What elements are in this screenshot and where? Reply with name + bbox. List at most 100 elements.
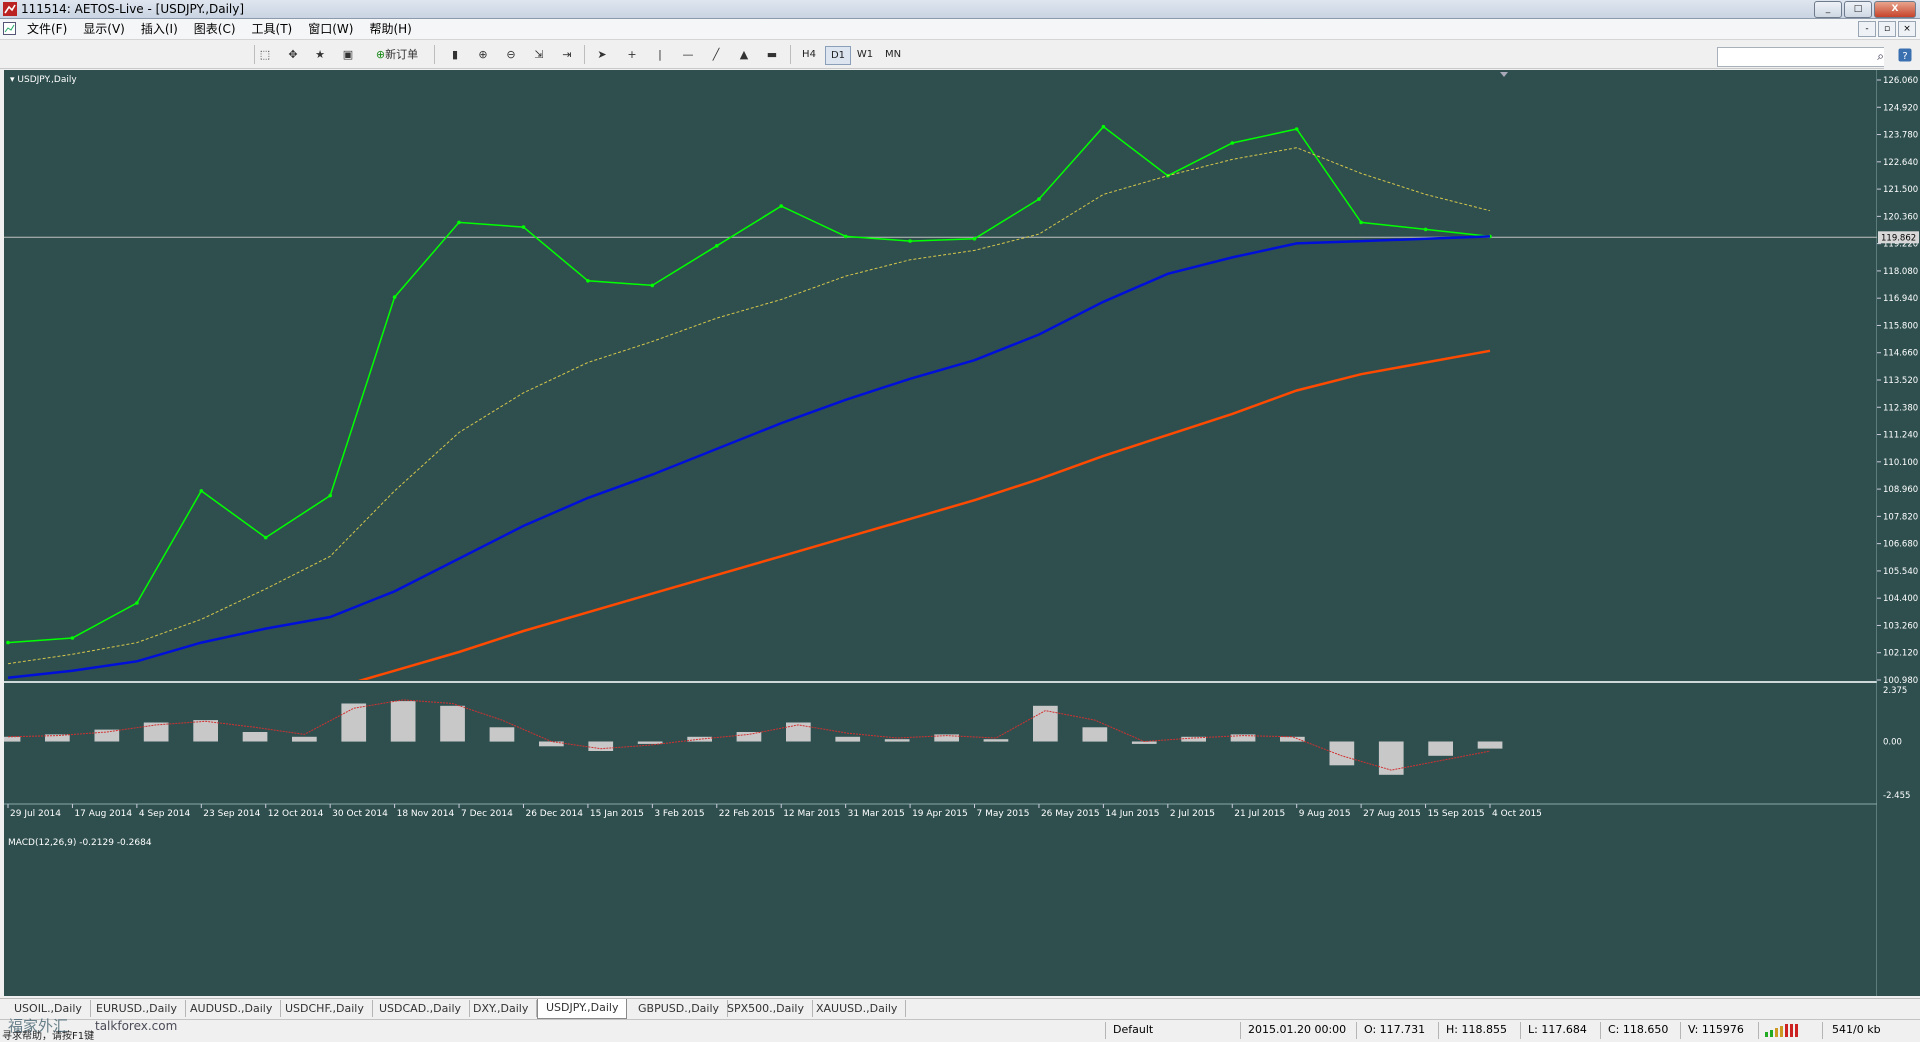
chart-shift-icon[interactable]: ⇥	[558, 46, 576, 63]
status-separator	[1600, 1022, 1601, 1039]
date-tick-label: 9 Aug 2015	[1299, 809, 1351, 819]
timeframe-mn[interactable]: MN	[881, 46, 905, 63]
zoom-out-icon[interactable]: ⊖	[502, 46, 520, 63]
tab-usdchf[interactable]: USDCHF.,Daily	[277, 1000, 373, 1017]
tab-dxy[interactable]: DXY.,Daily	[465, 1000, 537, 1017]
tab-usdjpy[interactable]: USDJPY.,Daily	[537, 999, 627, 1019]
macd-title: MACD(12,26,9) -0.2129 -0.2684	[8, 838, 152, 848]
child-minimize-button[interactable]: -	[1858, 21, 1876, 37]
tab-audusd[interactable]: AUDUSD.,Daily	[182, 1000, 281, 1017]
tab-gbpusd[interactable]: GBPUSD.,Daily	[630, 1000, 728, 1017]
price-tick-label: 104.400	[1883, 594, 1918, 604]
price-tick-label: 112.380	[1883, 403, 1918, 413]
macd-histogram-bar	[1330, 742, 1355, 766]
navigator-icon[interactable]: ★	[311, 46, 329, 63]
menu-tools[interactable]: 工具(T)	[247, 19, 304, 39]
macd-histogram-bar	[95, 730, 120, 742]
date-tick-label: 7 May 2015	[977, 809, 1030, 819]
vertical-line-icon[interactable]: |	[651, 46, 669, 63]
new-order-button[interactable]: ⊕新订单	[369, 46, 425, 63]
new-order-icon: ⊕	[376, 48, 385, 61]
rectangle-icon[interactable]: ▬	[763, 46, 781, 63]
price-line-point	[200, 489, 204, 493]
menu-charts[interactable]: 图表(C)	[189, 19, 247, 39]
tab-eurusd[interactable]: EURUSD.,Daily	[88, 1000, 186, 1017]
date-tick-label: 19 Apr 2015	[912, 809, 968, 819]
maximize-button[interactable]: □	[1844, 1, 1872, 18]
date-tick-label: 23 Sep 2014	[203, 809, 260, 819]
minimize-button[interactable]: _	[1814, 1, 1842, 18]
price-chart[interactable]: 29 Jul 201417 Aug 20144 Sep 201423 Sep 2…	[4, 70, 1882, 996]
date-tick-label: 4 Oct 2015	[1492, 809, 1542, 819]
date-tick-label: 4 Sep 2014	[139, 809, 191, 819]
status-separator	[1105, 1022, 1106, 1039]
svg-text:?: ?	[1902, 51, 1907, 62]
help-icon[interactable]: ?	[1898, 48, 1912, 62]
toolbar: ⬚ ✥ ★ ▣ ⊕新订单 ▮ ⊕ ⊖ ⇲ ⇥ ➤ + | — ╱ ▲ ▬ H4 …	[0, 40, 1920, 69]
date-tick-label: 26 May 2015	[1041, 809, 1100, 819]
triangle-icon[interactable]: ▲	[735, 46, 753, 63]
macd-histogram-bar	[885, 739, 910, 741]
price-tick-label: 111.240	[1883, 431, 1918, 441]
price-tick-label: 115.800	[1883, 321, 1918, 331]
date-tick-label: 27 Aug 2015	[1363, 809, 1421, 819]
menu-view[interactable]: 显示(V)	[78, 19, 136, 39]
date-tick-label: 22 Feb 2015	[719, 809, 775, 819]
terminal-icon[interactable]: ▣	[339, 46, 357, 63]
status-volume: V: 115976	[1688, 1023, 1744, 1037]
market-watch-icon[interactable]: ⬚	[256, 46, 274, 63]
menu-file[interactable]: 文件(F)	[22, 19, 78, 39]
macd-histogram-bar	[835, 737, 860, 742]
price-tick-label: 126.060	[1883, 76, 1918, 86]
crosshair-move-icon[interactable]: ✥	[284, 46, 302, 63]
price-line-point	[973, 237, 977, 241]
price-line-point	[522, 225, 526, 229]
price-line-point	[1295, 127, 1299, 131]
cursor-icon[interactable]: ➤	[593, 46, 611, 63]
toolbar-separator	[434, 45, 435, 64]
zoom-in-icon[interactable]: ⊕	[474, 46, 492, 63]
tab-spx500[interactable]: SPX500.,Daily	[719, 1000, 813, 1017]
macd-histogram-bar	[243, 732, 268, 742]
price-tick-label: 118.080	[1883, 267, 1918, 277]
status-traffic: 541/0 kb	[1832, 1023, 1881, 1037]
watermark-site: talkforex.com	[95, 1019, 177, 1033]
tab-usdcad[interactable]: USDCAD.,Daily	[371, 1000, 470, 1017]
menu-insert[interactable]: 插入(I)	[136, 19, 189, 39]
tab-xauusd[interactable]: XAUUSD.,Daily	[808, 1000, 906, 1017]
trendline-icon[interactable]: ╱	[707, 46, 725, 63]
timeframe-h4[interactable]: H4	[797, 46, 821, 63]
close-button[interactable]: X	[1874, 1, 1916, 18]
date-tick-label: 26 Dec 2014	[525, 809, 583, 819]
menu-help[interactable]: 帮助(H)	[364, 19, 422, 39]
price-line-point	[779, 204, 783, 208]
price-tick-label: 114.660	[1883, 349, 1918, 359]
status-open: O: 117.731	[1364, 1023, 1425, 1037]
chart-title-text: USDJPY.,Daily	[17, 75, 76, 85]
status-separator	[1680, 1022, 1681, 1039]
bar-chart-icon[interactable]: ▮	[446, 46, 464, 63]
price-line-point	[651, 284, 655, 288]
price-tick-label: 100.980	[1883, 676, 1918, 686]
child-close-button[interactable]: ×	[1898, 21, 1916, 37]
macd-histogram-bar	[490, 727, 515, 741]
status-low: L: 117.684	[1528, 1023, 1587, 1037]
crosshair-icon[interactable]: +	[623, 46, 641, 63]
new-order-label: 新订单	[385, 48, 418, 61]
macd-tick-label: -2.455	[1883, 791, 1910, 801]
horizontal-line-icon[interactable]: —	[679, 46, 697, 63]
child-restore-button[interactable]: ▫	[1878, 21, 1896, 37]
date-tick-label: 15 Sep 2015	[1428, 809, 1485, 819]
price-axis: 126.060124.920123.780122.640121.500120.3…	[1877, 70, 1920, 996]
app-icon	[3, 2, 17, 16]
timeframe-d1[interactable]: D1	[825, 46, 851, 65]
search-icon[interactable]: ⌕	[1877, 49, 1884, 64]
auto-scroll-icon[interactable]: ⇲	[530, 46, 548, 63]
macd-histogram-bar	[341, 704, 366, 742]
price-axis-background	[1877, 70, 1920, 996]
timeframe-w1[interactable]: W1	[853, 46, 877, 63]
search-input[interactable]: ⌕	[1717, 47, 1889, 67]
price-line-point	[393, 295, 397, 299]
menu-window[interactable]: 窗口(W)	[303, 19, 364, 39]
window-titlebar: 111514: AETOS-Live - [USDJPY.,Daily] _ □…	[0, 0, 1920, 19]
